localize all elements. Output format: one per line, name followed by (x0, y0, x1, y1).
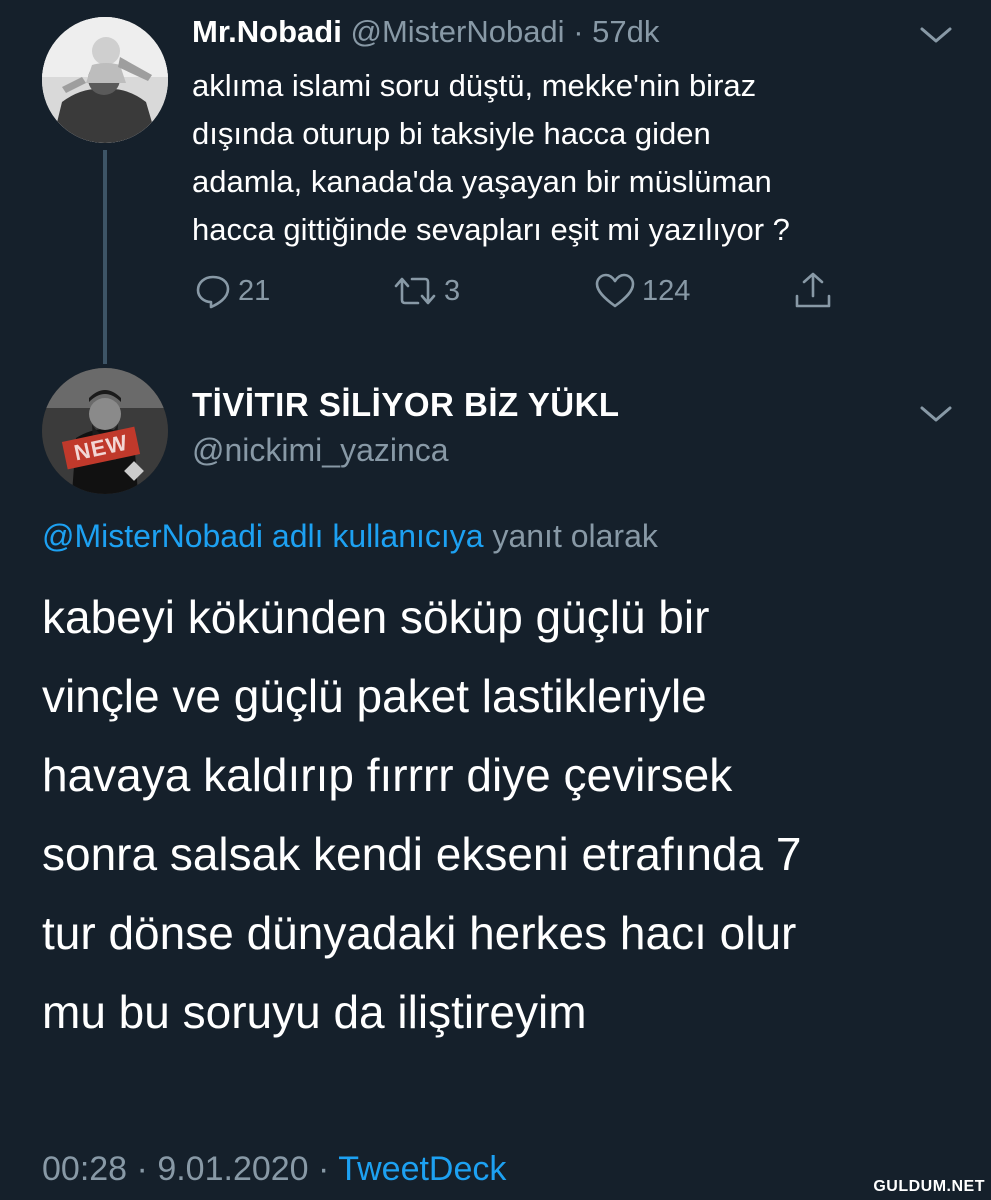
retweet-count: 3 (444, 274, 461, 307)
tweet2-display-name[interactable]: TİVİTIR SİLİYOR BİZ YÜKL (192, 386, 620, 424)
tweet1-text-line: adamla, kanada'da yaşayan bir müslüman (192, 164, 772, 199)
tweet1-display-name[interactable]: Mr.Nobadi (192, 14, 342, 49)
avatar-photo (42, 17, 168, 143)
tweet2-text-line: tur dönse dünyadaki herkes hacı olur (42, 907, 797, 959)
tweet1-text: aklıma islami soru düştü, mekke'nin bira… (192, 62, 932, 254)
retweet-button[interactable]: 3 (392, 266, 460, 316)
tweet2-time[interactable]: 00:28 (42, 1150, 127, 1188)
avatar-photo (42, 368, 168, 494)
meta-separator: · (136, 1150, 148, 1188)
tweet1-header: Mr.Nobadi @MisterNobadi · 57dk (192, 14, 659, 50)
tweet2-text-line: mu bu soruyu da iliştireyim (42, 986, 587, 1038)
share-button[interactable] (792, 266, 834, 316)
reply-to-suffix: yanıt olarak (492, 518, 658, 554)
tweet2-text-line: kabeyi kökünden söküp güçlü bir (42, 591, 710, 643)
tweet2-text-line: vinçle ve güçlü paket lastikleriyle (42, 670, 707, 722)
tweet1-time[interactable]: 57dk (592, 14, 659, 49)
tweet2-text-line: havaya kaldırıp fırrrr diye çevirsek (42, 749, 733, 801)
tweet2-handle[interactable]: @nickimi_yazinca (192, 432, 449, 469)
chevron-down-icon[interactable] (918, 24, 954, 46)
tweet2-text: kabeyi kökünden söküp güçlü bir vinçle v… (42, 578, 962, 1052)
tweet2-meta: 00:28 · 9.01.2020 · TweetDeck (42, 1150, 506, 1189)
like-icon (595, 273, 635, 308)
chevron-down-icon[interactable] (918, 403, 954, 425)
tweet2-date[interactable]: 9.01.2020 (157, 1150, 308, 1188)
tweet2-text-line: sonra salsak kendi ekseni etrafında 7 (42, 828, 802, 880)
tweet1-handle[interactable]: @MisterNobadi (350, 14, 564, 49)
watermark: GULDUM.NET (873, 1178, 985, 1195)
tweet1-separator: · (573, 14, 584, 49)
reply-count: 21 (238, 274, 271, 307)
avatar-nickimi-yazinca[interactable]: NEW (42, 368, 168, 494)
like-button[interactable]: 124 (594, 266, 690, 316)
tweet2-source[interactable]: TweetDeck (338, 1150, 506, 1188)
retweet-icon (394, 277, 436, 305)
thread-connector-line (103, 150, 107, 364)
reply-icon (196, 275, 230, 309)
tweet1-text-line: dışında oturup bi taksiyle hacca giden (192, 116, 711, 151)
reply-context: @MisterNobadi adlı kullanıcıya yanıt ola… (42, 518, 658, 555)
share-icon (795, 272, 831, 308)
avatar-mr-nobadi[interactable] (42, 17, 168, 143)
meta-separator: · (318, 1150, 330, 1188)
reply-button[interactable]: 21 (194, 266, 270, 316)
reply-to-link[interactable]: @MisterNobadi adlı kullanıcıya (42, 518, 484, 554)
like-count: 124 (642, 274, 691, 307)
tweet1-text-line: hacca gittiğinde sevapları eşit mi yazıl… (192, 212, 790, 247)
tweet1-text-line: aklıma islami soru düştü, mekke'nin bira… (192, 68, 757, 103)
